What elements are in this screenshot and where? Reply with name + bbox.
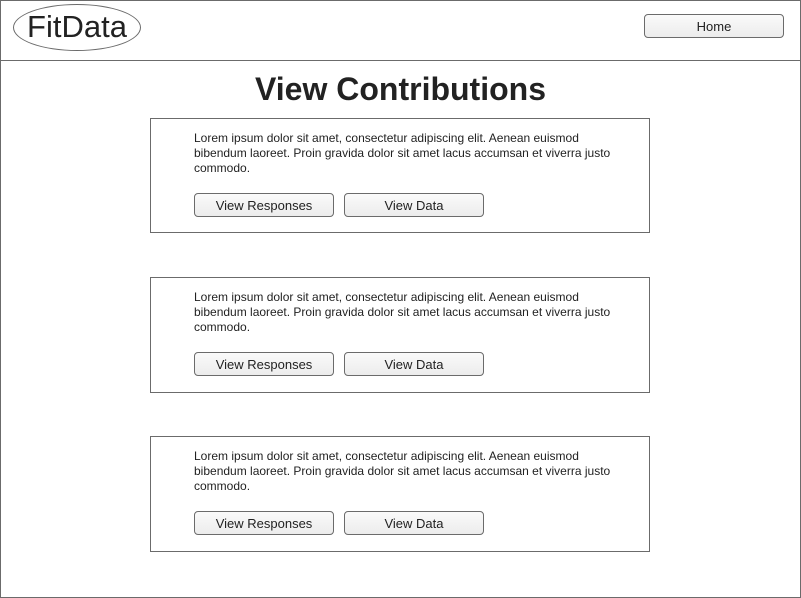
- page: FitData Home View Contributions Lorem ip…: [0, 0, 801, 598]
- contribution-description: Lorem ipsum dolor sit amet, consectetur …: [194, 449, 611, 493]
- contribution-description: Lorem ipsum dolor sit amet, consectetur …: [194, 290, 611, 334]
- view-data-button[interactable]: View Data: [344, 352, 484, 376]
- contribution-card: Lorem ipsum dolor sit amet, consectetur …: [150, 277, 650, 393]
- view-responses-button[interactable]: View Responses: [194, 511, 334, 535]
- contribution-card: Lorem ipsum dolor sit amet, consectetur …: [150, 118, 650, 233]
- view-responses-button[interactable]: View Responses: [194, 193, 334, 217]
- logo-text: FitData: [27, 9, 127, 44]
- logo[interactable]: FitData: [13, 4, 141, 51]
- view-data-button[interactable]: View Data: [344, 193, 484, 217]
- home-button[interactable]: Home: [644, 14, 784, 38]
- view-responses-button[interactable]: View Responses: [194, 352, 334, 376]
- contribution-description: Lorem ipsum dolor sit amet, consectetur …: [194, 131, 611, 175]
- contribution-card: Lorem ipsum dolor sit amet, consectetur …: [150, 436, 650, 552]
- header: FitData Home: [1, 1, 800, 61]
- view-data-button[interactable]: View Data: [344, 511, 484, 535]
- page-title: View Contributions: [255, 71, 546, 107]
